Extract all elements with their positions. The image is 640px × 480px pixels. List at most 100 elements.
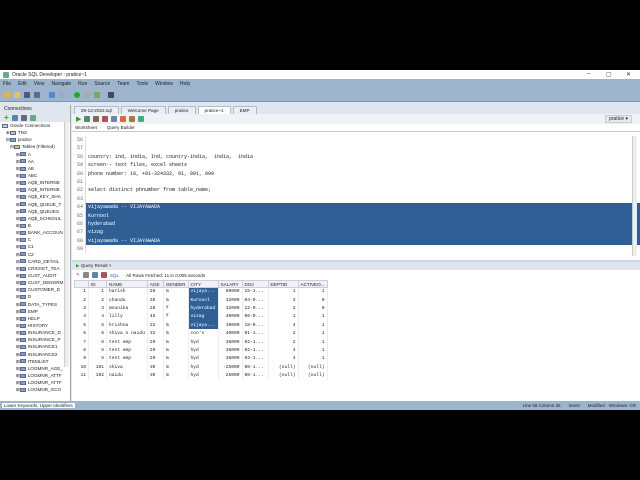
tab-query-builder[interactable]: Query Builder <box>107 124 135 131</box>
tree-item-table[interactable]: ⊞ DATA_TYPES <box>0 301 70 308</box>
tree-item-tns[interactable]: ⊕ TNS <box>0 129 70 136</box>
tree-item-pratice[interactable]: ⊟ pratice <box>0 136 70 143</box>
tree-item-table[interactable]: ⊞ LOGMNR_AGE_ <box>0 365 70 372</box>
redo-icon[interactable] <box>59 92 65 98</box>
tab-document[interactable]: Welcome Page <box>120 106 166 114</box>
tree-item-table[interactable]: ⊞ B <box>0 222 70 229</box>
table-row[interactable]: 5 5 krishna 22 m vijaya... 10000 18-0... 4 1 <box>74 321 328 330</box>
tree-item-table[interactable]: ⊞ ABC <box>0 172 70 179</box>
tree-item-table[interactable]: ⊞ HISTORY <box>0 322 70 329</box>
sql-link[interactable]: SQL <box>110 273 119 278</box>
tree-item-table[interactable]: ⊞ AQ$_KEY_SHA <box>0 193 70 200</box>
tree-item-table[interactable]: ⊞ CUST_AUDIT <box>0 272 70 279</box>
column-header[interactable]: DOJ <box>241 280 269 288</box>
tree-item-table[interactable]: ⊞ C1 <box>0 243 70 250</box>
filter-icon[interactable] <box>20 114 27 121</box>
run-icon[interactable]: ▶ <box>76 115 81 123</box>
tree-item-table[interactable]: ⊞ INSURANCE1 <box>0 343 70 350</box>
menu-file[interactable]: File <box>3 81 11 87</box>
rollback-icon[interactable] <box>102 116 109 122</box>
tab-document[interactable]: pratice <box>167 106 196 114</box>
tree-item-table[interactable]: ⊞ HELP <box>0 315 70 322</box>
tree-item-table[interactable]: ⊞ C <box>0 236 70 243</box>
tree-item-table[interactable]: ⊞ EMP <box>0 308 70 315</box>
open-icon[interactable] <box>14 92 20 98</box>
tree-item-table[interactable]: ⊞ A <box>0 151 70 158</box>
menu-source[interactable]: Source <box>94 81 110 87</box>
menu-view[interactable]: View <box>34 81 45 87</box>
add-connection-icon[interactable]: + <box>4 113 9 122</box>
tree-item-table[interactable]: ⊞ AQ$_INTERNE <box>0 179 70 186</box>
tree-item-table[interactable]: ⊞ AA <box>0 158 70 165</box>
tree-item-table[interactable]: ⊞ CUST_DENORM <box>0 279 70 286</box>
connection-selector[interactable]: pratice ▾ <box>605 115 632 123</box>
close-button[interactable]: ✕ <box>626 71 631 78</box>
explain-icon[interactable] <box>111 116 118 122</box>
tab-document[interactable]: 29-12-2022.sql <box>74 106 119 114</box>
table-row[interactable]: 7 6 test emp 29 m hyd 36000 02-1... 2 1 <box>74 337 328 347</box>
new-icon[interactable] <box>4 92 10 98</box>
run-script-icon[interactable] <box>84 116 91 122</box>
menu-run[interactable]: Run <box>78 81 87 87</box>
column-header[interactable]: SALARY <box>217 280 243 288</box>
table-row[interactable]: 10 101 shiva 30 m hyd -25000 08-1... (null) (null… <box>74 363 328 372</box>
tree-item-table[interactable]: ⊞ AQ$_QUEUES <box>0 208 70 215</box>
pin-icon[interactable]: ✎ <box>76 272 80 278</box>
undo-icon[interactable] <box>49 92 55 98</box>
minimize-button[interactable]: – <box>587 71 590 77</box>
tab-document[interactable]: EMP <box>232 106 257 114</box>
table-row[interactable]: 1 1 harish 28 m vijaya... 80000 15-1... 1 1 <box>74 287 328 296</box>
clear-icon[interactable] <box>120 116 127 122</box>
tab-query-result[interactable]: ▶ Query Result × <box>72 262 640 270</box>
menu-help[interactable]: Help <box>180 81 190 87</box>
tree-item-table[interactable]: ⊞ AQ$_QUEUE_T <box>0 201 70 208</box>
db-icon[interactable] <box>94 92 100 98</box>
menu-navigate[interactable]: Navigate <box>51 81 71 87</box>
print-icon[interactable] <box>82 272 89 278</box>
binoculars-icon[interactable] <box>108 92 114 98</box>
table-row[interactable]: 8 5 test emp 29 m hyd 36000 02-1... 4 1 <box>74 346 328 355</box>
tree-item-table[interactable]: ⊞ ITEMLIST <box>0 358 70 365</box>
tree-item-table[interactable]: ⊞ INSURANCE_D <box>0 329 70 336</box>
tab-worksheet[interactable]: Worksheet <box>75 124 97 131</box>
save-icon[interactable] <box>24 92 30 98</box>
table-row[interactable]: 4 4 lilly 45 f vizag 40000 06-0... 1 1 <box>74 312 328 322</box>
tree-item-table[interactable]: ⊞ D <box>0 293 70 300</box>
tree-item-tables[interactable]: ⊟ Tables (Filtered) <box>0 143 70 150</box>
column-header[interactable]: ACTIVEO... <box>297 280 328 288</box>
tree-item-table[interactable]: ⊞ AB <box>0 165 70 172</box>
menu-window[interactable]: Window <box>155 81 173 87</box>
tree-item-table[interactable]: ⊞ LOGMNR_ATTF <box>0 379 70 386</box>
commit-icon[interactable] <box>93 116 100 122</box>
save-all-icon[interactable] <box>34 92 40 98</box>
tree-item-table[interactable]: ⊞ LOGMNR_GCO <box>0 386 70 393</box>
tree-item-table[interactable]: ⊞ AQ$_INTERNE <box>0 186 70 193</box>
maximize-button[interactable]: ▢ <box>606 71 612 78</box>
schema-icon[interactable] <box>29 114 36 121</box>
menu-team[interactable]: Team <box>117 81 129 87</box>
back-icon[interactable] <box>74 92 80 98</box>
tree-item-table[interactable]: ⊞ INSURANCE2 <box>0 351 70 358</box>
sql-editor[interactable]: 56 57 58 country: ind, india, Ind, country-… <box>72 136 640 256</box>
column-header[interactable]: DEPTID <box>267 280 299 288</box>
column-header[interactable]: GENDER <box>162 280 189 288</box>
tree-item-table[interactable]: ⊞ AQ$_SCHEDUL <box>0 215 70 222</box>
column-header[interactable]: NAME <box>106 280 148 288</box>
tree-item-table[interactable]: ⊞ INSURANCE_P <box>0 336 70 343</box>
history-icon[interactable] <box>138 116 145 122</box>
table-row[interactable]: 2 2 chandu 35 m Kurnool 32000 04-0... 3 0 <box>74 295 328 305</box>
column-header[interactable]: ID <box>88 280 107 288</box>
format-icon[interactable] <box>129 116 136 122</box>
tree-item-table[interactable]: ⊞ LOGMNR_ATTF <box>0 372 70 379</box>
table-row[interactable]: 9 5 test emp 29 m hyd 36000 03-1... 4 1 <box>74 354 328 364</box>
menu-tools[interactable]: Tools <box>136 81 148 87</box>
export-icon[interactable] <box>100 272 107 278</box>
tree-item-table[interactable]: ⊞ BANK_ACCOUN <box>0 229 70 236</box>
result-grid[interactable]: ID NAME AGE GENDER CITY SALARY DOJ DEPTID ACTIVE… <box>74 280 328 380</box>
tree-item-table[interactable]: ⊞ CUSTOMER_D <box>0 286 70 293</box>
refresh-icon[interactable] <box>91 272 98 278</box>
table-row[interactable]: 3 3 mounika 28 f hyderabad 32000 22-0... 2 0 <box>74 304 328 313</box>
forward-icon[interactable] <box>84 92 90 98</box>
tree-scrollbar[interactable] <box>64 122 69 367</box>
tree-item-table[interactable]: ⊞ CRICKET_TEA <box>0 265 70 272</box>
